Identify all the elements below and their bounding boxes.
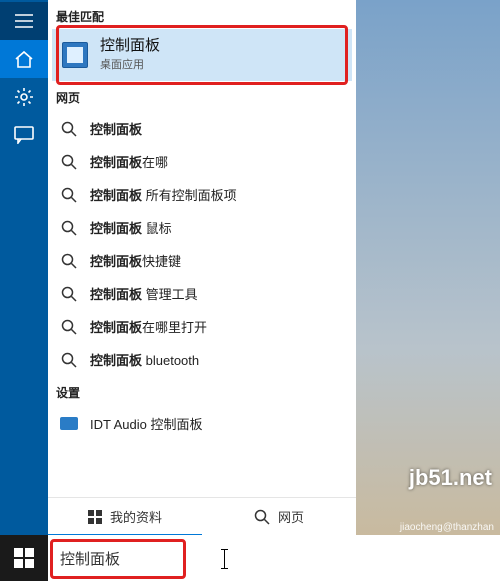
web-result-label: 控制面板 bluetooth (90, 350, 199, 369)
web-result-5[interactable]: 控制面板 管理工具 (54, 277, 350, 310)
windows-logo-icon (14, 548, 34, 568)
home-icon[interactable] (0, 40, 48, 78)
settings-result-label: IDT Audio 控制面板 (90, 414, 202, 433)
windows-small-icon (88, 510, 102, 524)
web-result-6[interactable]: 控制面板在哪里打开 (54, 310, 350, 343)
search-icon (58, 286, 80, 302)
web-result-0[interactable]: 控制面板 (54, 112, 350, 145)
web-result-label: 控制面板快捷键 (90, 251, 181, 270)
tab-web[interactable]: 网页 (202, 498, 356, 535)
web-result-label: 控制面板 所有控制面板项 (90, 185, 237, 204)
search-input[interactable] (60, 550, 488, 567)
hamburger-icon[interactable] (0, 2, 48, 40)
control-panel-icon (62, 42, 88, 68)
cortana-sidebar (0, 0, 48, 581)
search-icon (58, 352, 80, 368)
search-icon (58, 187, 80, 203)
search-box[interactable] (48, 535, 500, 581)
gear-icon[interactable] (0, 78, 48, 116)
text-cursor-icon (224, 549, 225, 569)
section-web: 网页 (48, 81, 356, 110)
best-match-subtitle: 桌面应用 (100, 59, 144, 71)
web-result-7[interactable]: 控制面板 bluetooth (54, 343, 350, 376)
section-settings: 设置 (48, 376, 356, 405)
web-result-label: 控制面板在哪 (90, 152, 168, 171)
web-result-label: 控制面板 管理工具 (90, 284, 198, 303)
section-best-match: 最佳匹配 (48, 0, 356, 29)
settings-results-list: IDT Audio 控制面板 (48, 405, 356, 440)
tab-web-label: 网页 (278, 507, 304, 526)
search-icon (58, 154, 80, 170)
feedback-icon[interactable] (0, 116, 48, 154)
audio-icon (58, 417, 80, 430)
search-icon (58, 253, 80, 269)
search-icon (254, 509, 270, 525)
web-result-3[interactable]: 控制面板 鼠标 (54, 211, 350, 244)
start-button[interactable] (0, 535, 48, 581)
best-match-title: 控制面板 (100, 37, 160, 55)
tab-my-stuff[interactable]: 我的资料 (48, 498, 202, 535)
web-result-label: 控制面板在哪里打开 (90, 317, 207, 336)
web-result-label: 控制面板 (90, 119, 142, 138)
search-bar (48, 535, 500, 581)
watermark-large: jb51.net (409, 465, 492, 491)
settings-result-idt-audio[interactable]: IDT Audio 控制面板 (54, 407, 350, 440)
best-match-container: 控制面板 桌面应用 (52, 29, 352, 81)
search-icon (58, 220, 80, 236)
search-icon (58, 319, 80, 335)
watermark-small: jiaocheng@thanzhan (400, 522, 494, 533)
search-results-panel: 最佳匹配 控制面板 桌面应用 网页 控制面板控制面板在哪控制面板 所有控制面板项… (48, 0, 356, 497)
web-result-1[interactable]: 控制面板在哪 (54, 145, 350, 178)
web-result-4[interactable]: 控制面板快捷键 (54, 244, 350, 277)
web-results-list: 控制面板控制面板在哪控制面板 所有控制面板项控制面板 鼠标控制面板快捷键控制面板… (48, 110, 356, 376)
web-result-2[interactable]: 控制面板 所有控制面板项 (54, 178, 350, 211)
desktop-root: 最佳匹配 控制面板 桌面应用 网页 控制面板控制面板在哪控制面板 所有控制面板项… (0, 0, 500, 581)
best-match-control-panel[interactable]: 控制面板 桌面应用 (52, 29, 352, 81)
web-result-label: 控制面板 鼠标 (90, 218, 172, 237)
search-tabs: 我的资料 网页 (48, 497, 356, 535)
search-icon (58, 121, 80, 137)
tab-my-stuff-label: 我的资料 (110, 507, 162, 526)
